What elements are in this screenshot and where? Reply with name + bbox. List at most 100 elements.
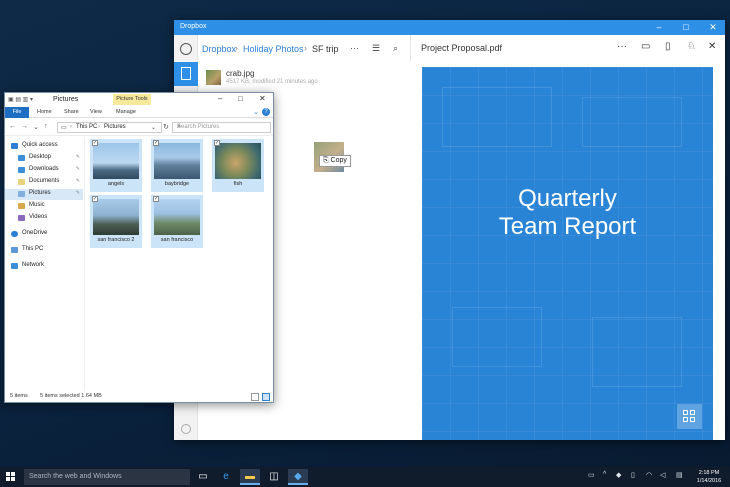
- chevron-down-icon[interactable]: ⌄: [33, 123, 39, 131]
- up-arrow-icon[interactable]: ↑: [44, 123, 48, 130]
- ribbon-expand-chevron-icon[interactable]: ⌄: [253, 108, 259, 116]
- notification-bell-icon[interactable]: ♘: [687, 41, 696, 52]
- tree-item-network[interactable]: Network: [5, 261, 83, 272]
- tab-file[interactable]: File: [5, 107, 29, 118]
- tree-item-onedrive[interactable]: OneDrive: [5, 229, 83, 240]
- breadcrumb-dropbox[interactable]: Dropbox: [202, 44, 236, 54]
- more-icon[interactable]: ···: [617, 41, 627, 52]
- breadcrumb-holiday-photos[interactable]: Holiday Photos: [243, 44, 304, 54]
- photo-thumbnail: [215, 143, 261, 179]
- maximize-icon[interactable]: □: [675, 20, 697, 35]
- tree-item-desktop[interactable]: Desktop ✎: [5, 153, 83, 164]
- file-item-baybridge[interactable]: ✓ baybridge: [151, 139, 203, 192]
- file-explorer-taskbar-icon[interactable]: ▬: [240, 469, 260, 485]
- dropbox-titlebar[interactable]: Dropbox – □ ✕: [174, 20, 725, 35]
- address-bar[interactable]: ▭ › This PC › Pictures ⌄: [57, 122, 162, 133]
- close-icon[interactable]: ✕: [702, 20, 724, 35]
- edge-browser-icon[interactable]: e: [216, 469, 236, 485]
- taskbar-search-placeholder: Search the web and Windows: [29, 473, 122, 480]
- store-icon[interactable]: ◫: [264, 469, 284, 485]
- tree-item-label: OneDrive: [22, 230, 48, 236]
- file-item-san-francisco[interactable]: ✓ san francisco: [151, 195, 203, 248]
- task-view-icon[interactable]: ▭: [193, 469, 213, 485]
- breadcrumb-sf-trip[interactable]: SF trip: [312, 44, 339, 54]
- tab-manage[interactable]: Manage: [116, 109, 136, 115]
- address-pictures[interactable]: Pictures: [104, 124, 126, 130]
- folder-icon: ▭: [61, 125, 67, 131]
- tree-item-label: Documents: [29, 178, 60, 184]
- open-in-app-icon[interactable]: ▯: [665, 41, 671, 52]
- selection-checkbox[interactable]: ✓: [153, 140, 159, 146]
- chevron-up-icon[interactable]: ^: [603, 471, 606, 478]
- dropbox-tray-icon[interactable]: ◆: [616, 471, 621, 479]
- copy-tooltip: ⎘ Copy: [319, 155, 351, 167]
- sort-list-icon[interactable]: ☰: [372, 43, 380, 54]
- tree-item-label: Pictures: [29, 190, 51, 196]
- recent-history-icon[interactable]: [180, 43, 192, 55]
- more-icon[interactable]: ···: [350, 43, 359, 53]
- minimize-icon[interactable]: –: [218, 94, 222, 103]
- forward-arrow-icon[interactable]: →: [21, 123, 28, 130]
- selection-checkbox[interactable]: ✓: [153, 196, 159, 202]
- taskbar-search-input[interactable]: Search the web and Windows: [24, 469, 190, 485]
- dropbox-taskbar-icon[interactable]: ◆: [288, 469, 308, 485]
- clock-time: 2:18 PM: [698, 470, 720, 476]
- files-nav-button[interactable]: [174, 62, 198, 86]
- tree-item-pictures[interactable]: Pictures ✎: [5, 189, 83, 200]
- quick-access-toolbar-icons[interactable]: ▣ ▤ ▥ ▾: [8, 96, 33, 103]
- tab-home[interactable]: Home: [37, 109, 52, 115]
- volume-icon[interactable]: ◁: [660, 471, 665, 479]
- selection-checkbox[interactable]: ✓: [92, 140, 98, 146]
- file-grid: ✓ angels ✓ baybridge ✓ fish ✓ san franci…: [87, 137, 273, 391]
- tab-share[interactable]: Share: [64, 109, 79, 115]
- close-preview-icon[interactable]: ✕: [708, 41, 716, 52]
- tree-item-music[interactable]: Music: [5, 201, 83, 212]
- explorer-titlebar[interactable]: ▣ ▤ ▥ ▾ Pictures Picture Tools – □ ✕: [5, 93, 273, 107]
- file-name: baybridge: [164, 181, 190, 187]
- start-button[interactable]: [6, 472, 16, 482]
- file-name: crab.jpg: [226, 69, 255, 78]
- pdf-heading-line1: Quarterly: [518, 185, 617, 212]
- refresh-icon[interactable]: ↻: [163, 123, 169, 131]
- tree-item-this-pc[interactable]: This PC: [5, 245, 83, 256]
- picture-tools-context-tab[interactable]: Picture Tools: [113, 94, 151, 105]
- chevron-down-icon[interactable]: ⌄: [151, 124, 156, 131]
- selection-checkbox[interactable]: ✓: [92, 196, 98, 202]
- file-name: san francisco: [160, 237, 194, 243]
- tree-item-videos[interactable]: Videos: [5, 213, 83, 224]
- desktop-icon: [18, 155, 25, 161]
- back-arrow-icon[interactable]: ←: [9, 123, 16, 130]
- search-icon[interactable]: ⌕: [393, 43, 398, 54]
- pdf-preview-page[interactable]: Quarterly Team Report: [422, 67, 713, 440]
- tree-item-quick-access[interactable]: Quick access: [5, 141, 83, 152]
- comment-icon[interactable]: ▭: [641, 41, 650, 52]
- taskbar-clock[interactable]: 2:18 PM 1/14/2016: [693, 469, 725, 485]
- tab-view[interactable]: View: [90, 109, 102, 115]
- search-input[interactable]: Search Pictures ⌕: [172, 122, 271, 133]
- file-item-fish[interactable]: ✓ fish: [212, 139, 264, 192]
- pdf-heading-line2: Team Report: [498, 213, 637, 240]
- chevron-right-icon: ›: [235, 43, 238, 53]
- large-icons-view-icon[interactable]: [262, 393, 270, 401]
- tree-item-downloads[interactable]: Downloads ✎: [5, 165, 83, 176]
- tree-item-label: Music: [29, 202, 45, 208]
- close-icon[interactable]: ✕: [259, 94, 266, 103]
- file-item-angels[interactable]: ✓ angels: [90, 139, 142, 192]
- details-view-icon[interactable]: [251, 393, 259, 401]
- keyboard-icon[interactable]: ▤: [676, 471, 683, 479]
- wifi-icon[interactable]: ◠: [646, 471, 652, 479]
- tree-item-label: Quick access: [22, 142, 58, 148]
- selection-checkbox[interactable]: ✓: [214, 140, 220, 146]
- file-item-san-francisco-2[interactable]: ✓ san francisco 2: [90, 195, 142, 248]
- tree-item-documents[interactable]: Documents ✎: [5, 177, 83, 188]
- maximize-icon[interactable]: □: [238, 94, 243, 103]
- battery-icon[interactable]: ▯: [631, 471, 635, 479]
- address-this-pc[interactable]: This PC: [76, 124, 97, 130]
- notification-tray-icon[interactable]: ▭: [588, 471, 595, 479]
- list-item[interactable]: crab.jpg 4517 KB, modified 21 minutes ag…: [204, 66, 384, 88]
- page-grid-button[interactable]: [677, 404, 702, 429]
- help-icon[interactable]: ?: [262, 108, 270, 116]
- grid-icon: [683, 410, 688, 415]
- settings-gear-icon[interactable]: [181, 424, 191, 434]
- minimize-icon[interactable]: –: [648, 20, 670, 35]
